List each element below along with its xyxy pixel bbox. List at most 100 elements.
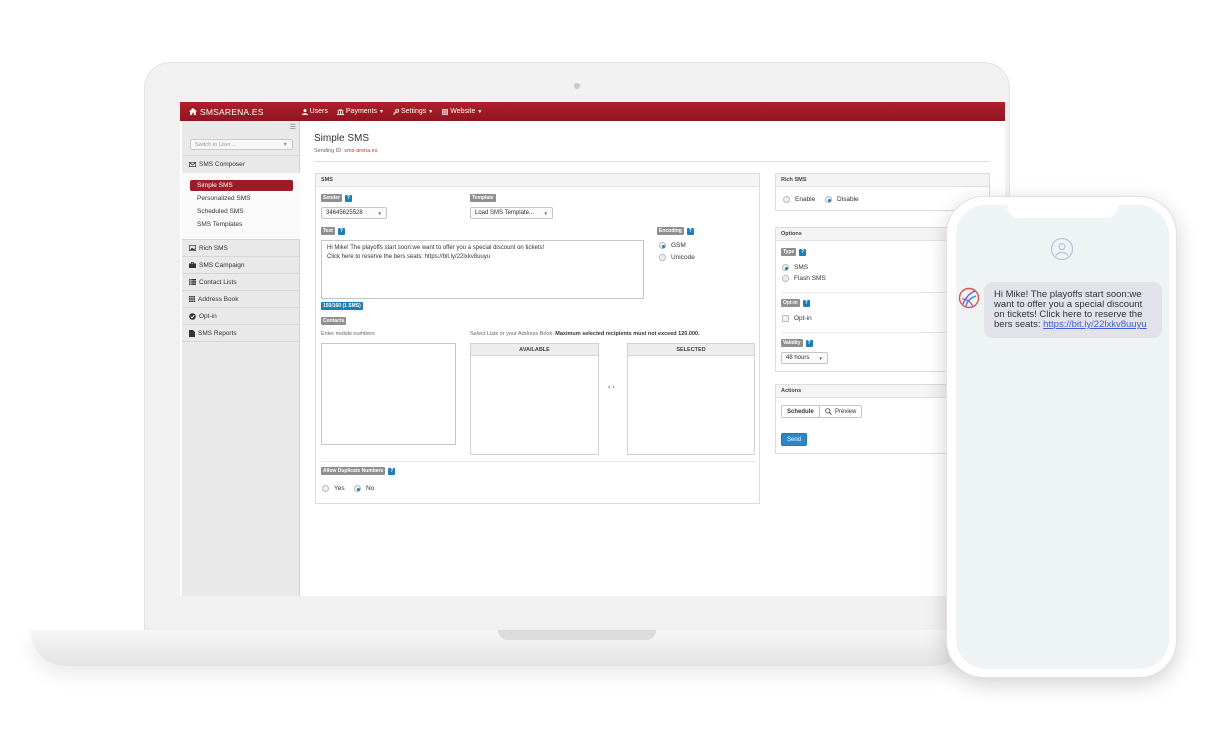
type-flash-sms-radio[interactable]: Flash SMS (782, 275, 826, 282)
rich-sms-disable-label: Disable (837, 196, 859, 203)
help-icon[interactable]: ? (802, 299, 810, 307)
sidebar-subitem-personalized-sms[interactable]: Personalized SMS (190, 193, 293, 204)
preview-button[interactable]: Preview (819, 405, 863, 418)
sidebar-subitem-label: SMS Templates (197, 221, 243, 228)
sidebar-item-label: Rich SMS (199, 244, 228, 252)
envelope-icon (189, 161, 196, 167)
template-tag: Template (470, 194, 496, 202)
phone-mockup: Hi Mike! The playoffs start soon:we want… (946, 196, 1177, 678)
sidebar-subitem-sms-templates[interactable]: SMS Templates (190, 219, 293, 230)
grid-icon (189, 296, 195, 302)
nav-users[interactable]: Users (301, 108, 328, 115)
sidebar-item-sms-reports[interactable]: SMS Reports (182, 324, 300, 341)
message-link[interactable]: https://bit.ly/22lxkv8uuyu (1043, 319, 1147, 330)
file-icon (189, 329, 195, 337)
caret-down-icon: ▼ (818, 355, 823, 361)
sidebar-item-label: Contact Lists (199, 278, 237, 286)
encoding-tag: Encoding (657, 227, 684, 235)
schedule-button-label: Schedule (787, 408, 814, 415)
rich-sms-disable-radio[interactable]: Disable (825, 196, 859, 203)
nav-website-label: Website (450, 108, 476, 115)
duplicates-yes-radio[interactable]: Yes (322, 485, 345, 492)
help-icon[interactable]: ? (337, 227, 345, 235)
header-divider (314, 161, 990, 162)
duplicates-no-radio[interactable]: No (354, 485, 374, 492)
brand-link[interactable]: SMSARENA.ES (189, 107, 264, 117)
mobile-numbers-input[interactable] (321, 343, 456, 445)
sending-id-label: Sending ID: (314, 148, 343, 154)
available-list[interactable]: AVAILABLE (470, 343, 599, 455)
switch-user-select[interactable]: Switch to User ... ▼ (190, 139, 293, 150)
nav-payments-label: Payments (345, 108, 378, 115)
sidebar-subitem-label: Simple SMS (197, 182, 233, 189)
nav-payments[interactable]: Payments ▼ (336, 108, 384, 115)
sender-select[interactable]: 34645625528 ▼ (321, 207, 387, 219)
phone-screen: Hi Mike! The playoffs start soon:we want… (956, 205, 1169, 669)
help-icon[interactable]: ? (805, 339, 813, 347)
sms-panel: SMS Sender ? 34645625528 ▼ Template Load… (315, 173, 760, 504)
help-icon[interactable]: ? (686, 227, 694, 235)
caret-down-icon: ▼ (477, 108, 483, 115)
briefcase-icon (189, 262, 196, 268)
sidebar-item-contact-lists[interactable]: Contact Lists (182, 273, 300, 290)
encoding-gsm-radio[interactable]: GSM (659, 242, 686, 249)
check-circle-icon (189, 312, 196, 320)
sidebar-item-opt-in[interactable]: Opt-in (182, 307, 300, 324)
encoding-unicode-radio[interactable]: Unicode (659, 254, 695, 261)
optin-checkbox[interactable]: Opt-in (782, 315, 812, 322)
lists-hint: Select Lists or your Address Book. Maxim… (470, 331, 700, 337)
sidebar-item-label: SMS Composer (199, 160, 245, 168)
radio-unselected-icon (659, 254, 666, 261)
user-icon (301, 108, 308, 115)
sidebar-subitem-label: Personalized SMS (197, 195, 251, 202)
type-flash-sms-label: Flash SMS (794, 275, 826, 282)
sidebar-item-address-book[interactable]: Address Book (182, 290, 300, 307)
message-line-2: Click here to reserve the bers seats: ht… (327, 254, 491, 260)
template-select[interactable]: Load SMS Template... ▼ (470, 207, 553, 219)
schedule-button[interactable]: Schedule (781, 405, 820, 418)
caret-down-icon: ▼ (428, 108, 434, 115)
radio-unselected-icon (322, 485, 329, 492)
sidebar-subitem-scheduled-sms[interactable]: Scheduled SMS (190, 206, 293, 217)
contacts-tag: Contacts (321, 317, 347, 325)
validity-label: Validity ? (781, 339, 813, 347)
help-icon[interactable]: ? (799, 248, 807, 256)
wrench-icon (393, 108, 399, 115)
send-button[interactable]: Send (781, 433, 808, 446)
sidebar-item-rich-sms[interactable]: Rich SMS (182, 239, 300, 256)
sidebar-subitem-simple-sms[interactable]: Simple SMS (190, 180, 293, 191)
collapse-menu-icon[interactable]: ☰ (290, 123, 296, 131)
rich-sms-enable-label: Enable (795, 196, 816, 203)
transfer-arrows-icon[interactable]: ‹ › (608, 384, 615, 391)
help-icon[interactable]: ? (344, 194, 352, 202)
contact-avatar-icon (1050, 237, 1074, 261)
contacts-label: Contacts (321, 317, 347, 325)
text-label: Text ? (321, 227, 345, 235)
sidebar-item-sms-campaign[interactable]: SMS Campaign (182, 256, 300, 273)
type-sms-radio[interactable]: SMS (782, 264, 808, 271)
brand-name: SMSARENA.ES (200, 106, 264, 117)
sidebar-item-label: Opt-in (199, 312, 217, 320)
character-counter-badge: 150/160 (1 SMS) (321, 302, 363, 310)
grid-icon (442, 108, 449, 115)
sidebar-subitem-label: Scheduled SMS (197, 208, 244, 215)
selected-list[interactable]: SELECTED (627, 343, 755, 455)
radio-unselected-icon (783, 196, 790, 203)
laptop-notch (498, 630, 656, 640)
validity-select[interactable]: 48 hours ▼ (781, 352, 828, 364)
nav-settings[interactable]: Settings ▼ (393, 108, 433, 115)
page-title: Simple SMS (314, 133, 370, 144)
mobile-numbers-hint: Enter mobile numbers (321, 331, 375, 337)
sending-id-value: sms-arena.es (344, 148, 378, 154)
help-icon[interactable]: ? (388, 467, 396, 475)
sidebar-item-sms-composer[interactable]: SMS Composer (182, 155, 300, 172)
picture-icon (189, 245, 196, 251)
nav-website[interactable]: Website ▼ (442, 108, 482, 115)
available-list-header: AVAILABLE (471, 344, 598, 356)
encoding-gsm-label: GSM (671, 242, 686, 249)
selected-list-header: SELECTED (628, 344, 754, 356)
type-sms-label: SMS (794, 264, 809, 271)
rich-sms-enable-radio[interactable]: Enable (783, 196, 815, 203)
message-textarea[interactable]: Hi Mike! The playoffs start soon:we want… (321, 240, 644, 299)
allow-duplicates-tag: Allow Duplicate Numbers (321, 467, 386, 475)
